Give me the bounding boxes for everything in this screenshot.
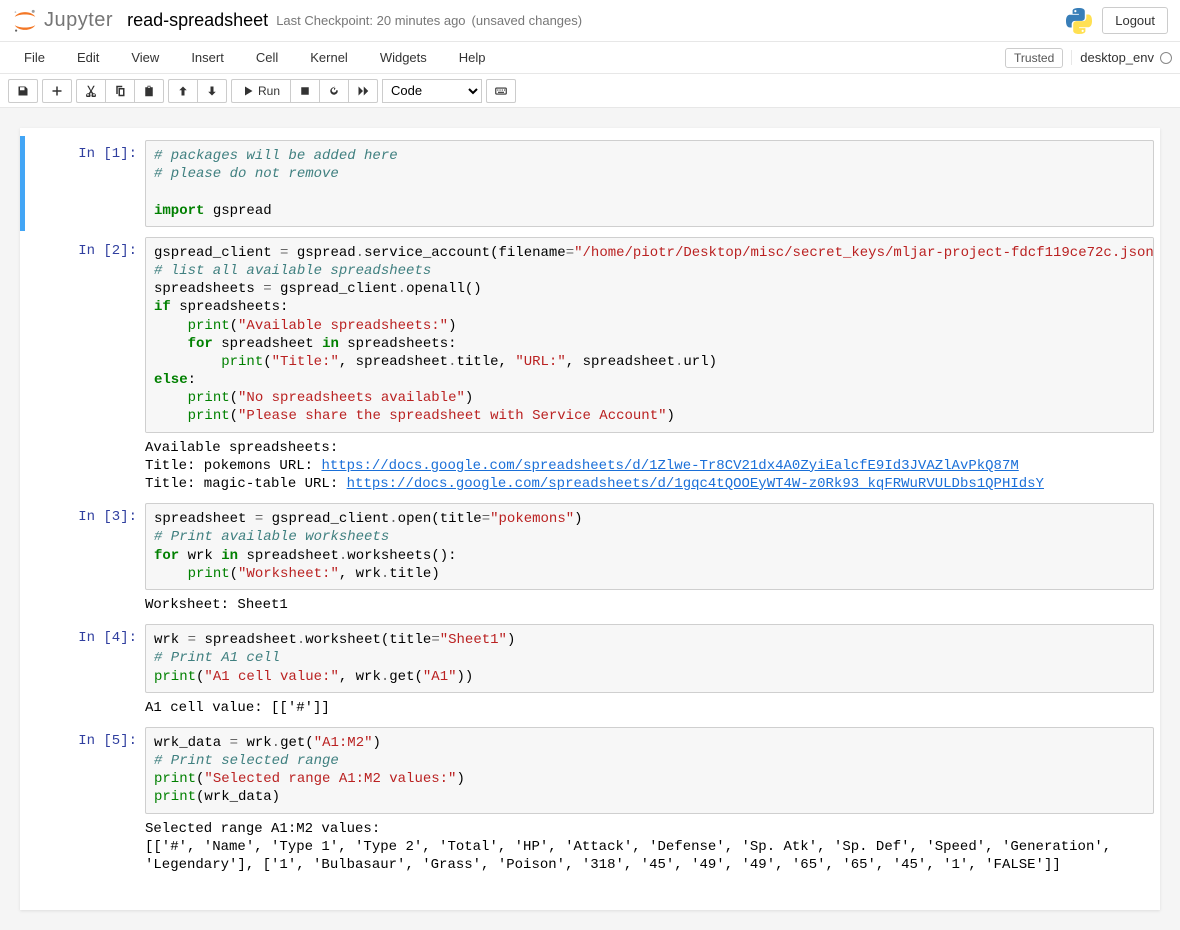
restart-button[interactable] xyxy=(319,79,348,103)
restart-icon xyxy=(328,85,340,97)
unsaved-text: (unsaved changes) xyxy=(472,13,583,28)
code-cell[interactable]: In [5]:wrk_data = wrk.get("A1:M2") # Pri… xyxy=(20,723,1160,878)
stop-icon xyxy=(299,85,311,97)
copy-icon xyxy=(114,85,126,97)
menu-help[interactable]: Help xyxy=(443,44,502,71)
cell-body: wrk = spreadsheet.worksheet(title="Sheet… xyxy=(145,624,1154,717)
paste-button[interactable] xyxy=(134,79,164,103)
menu-widgets[interactable]: Widgets xyxy=(364,44,443,71)
cut-button[interactable] xyxy=(76,79,105,103)
toolbar: Run Code xyxy=(0,74,1180,108)
trusted-button[interactable]: Trusted xyxy=(1005,48,1063,68)
arrow-up-icon xyxy=(177,85,189,97)
notebook: In [1]:# packages will be added here # p… xyxy=(20,128,1160,910)
cell-input[interactable]: # packages will be added here # please d… xyxy=(145,140,1154,227)
cell-body: gspread_client = gspread.service_account… xyxy=(145,237,1154,493)
kernel-name-text: desktop_env xyxy=(1080,50,1154,65)
menubar: FileEditViewInsertCellKernelWidgetsHelp … xyxy=(0,42,1180,74)
insert-cell-button[interactable] xyxy=(42,79,72,103)
cell-prompt: In [1]: xyxy=(25,140,145,227)
jupyter-logo[interactable]: Jupyter xyxy=(12,8,113,34)
cut-icon xyxy=(85,85,97,97)
jupyter-logo-icon xyxy=(12,8,38,34)
copy-button[interactable] xyxy=(105,79,134,103)
cell-body: spreadsheet = gspread_client.open(title=… xyxy=(145,503,1154,614)
menu-cell[interactable]: Cell xyxy=(240,44,294,71)
cell-input[interactable]: wrk = spreadsheet.worksheet(title="Sheet… xyxy=(145,624,1154,693)
run-button-label: Run xyxy=(258,84,280,98)
edit-group xyxy=(76,79,164,103)
command-palette-button[interactable] xyxy=(486,79,516,103)
code-cell[interactable]: In [1]:# packages will be added here # p… xyxy=(20,136,1160,231)
menu-kernel[interactable]: Kernel xyxy=(294,44,364,71)
keyboard-icon xyxy=(495,85,507,97)
cell-output: A1 cell value: [['#']] xyxy=(145,693,1154,717)
arrow-down-icon xyxy=(206,85,218,97)
cell-type-select[interactable]: Code xyxy=(382,79,482,103)
jupyter-brand-text: Jupyter xyxy=(44,9,113,32)
kernel-status-icon xyxy=(1160,52,1172,64)
run-button[interactable]: Run xyxy=(231,79,290,103)
checkpoint-text: Last Checkpoint: 20 minutes ago xyxy=(276,13,465,28)
menu-edit[interactable]: Edit xyxy=(61,44,115,71)
fast-forward-icon xyxy=(357,85,369,97)
interrupt-button[interactable] xyxy=(290,79,319,103)
move-up-button[interactable] xyxy=(168,79,197,103)
play-icon xyxy=(242,85,254,97)
kernel-indicator[interactable]: desktop_env xyxy=(1071,50,1172,65)
restart-run-all-button[interactable] xyxy=(348,79,378,103)
code-cell[interactable]: In [4]:wrk = spreadsheet.worksheet(title… xyxy=(20,620,1160,721)
cell-input[interactable]: wrk_data = wrk.get("A1:M2") # Print sele… xyxy=(145,727,1154,814)
move-down-button[interactable] xyxy=(197,79,227,103)
paste-icon xyxy=(143,85,155,97)
save-icon xyxy=(17,85,29,97)
cell-output: Available spreadsheets: Title: pokemons … xyxy=(145,433,1154,494)
menu-insert[interactable]: Insert xyxy=(175,44,240,71)
menu-file[interactable]: File xyxy=(8,44,61,71)
plus-icon xyxy=(51,85,63,97)
code-cell[interactable]: In [2]:gspread_client = gspread.service_… xyxy=(20,233,1160,497)
run-group: Run xyxy=(231,79,378,103)
menubar-items: FileEditViewInsertCellKernelWidgetsHelp xyxy=(8,44,502,71)
menu-view[interactable]: View xyxy=(115,44,175,71)
logout-button[interactable]: Logout xyxy=(1102,7,1168,34)
notebook-name[interactable]: read-spreadsheet xyxy=(127,10,268,31)
cell-input[interactable]: spreadsheet = gspread_client.open(title=… xyxy=(145,503,1154,590)
cell-prompt: In [4]: xyxy=(25,624,145,717)
cell-output: Selected range A1:M2 values: [['#', 'Nam… xyxy=(145,814,1154,875)
cell-prompt: In [5]: xyxy=(25,727,145,874)
cell-body: wrk_data = wrk.get("A1:M2") # Print sele… xyxy=(145,727,1154,874)
cell-output: Worksheet: Sheet1 xyxy=(145,590,1154,614)
python-logo-icon xyxy=(1066,8,1092,34)
notebook-container: In [1]:# packages will be added here # p… xyxy=(0,108,1180,930)
move-group xyxy=(168,79,227,103)
cell-prompt: In [2]: xyxy=(25,237,145,493)
notebook-header: Jupyter read-spreadsheet Last Checkpoint… xyxy=(0,0,1180,42)
cell-prompt: In [3]: xyxy=(25,503,145,614)
cell-body: # packages will be added here # please d… xyxy=(145,140,1154,227)
save-button[interactable] xyxy=(8,79,38,103)
cell-input[interactable]: gspread_client = gspread.service_account… xyxy=(145,237,1154,433)
code-cell[interactable]: In [3]:spreadsheet = gspread_client.open… xyxy=(20,499,1160,618)
